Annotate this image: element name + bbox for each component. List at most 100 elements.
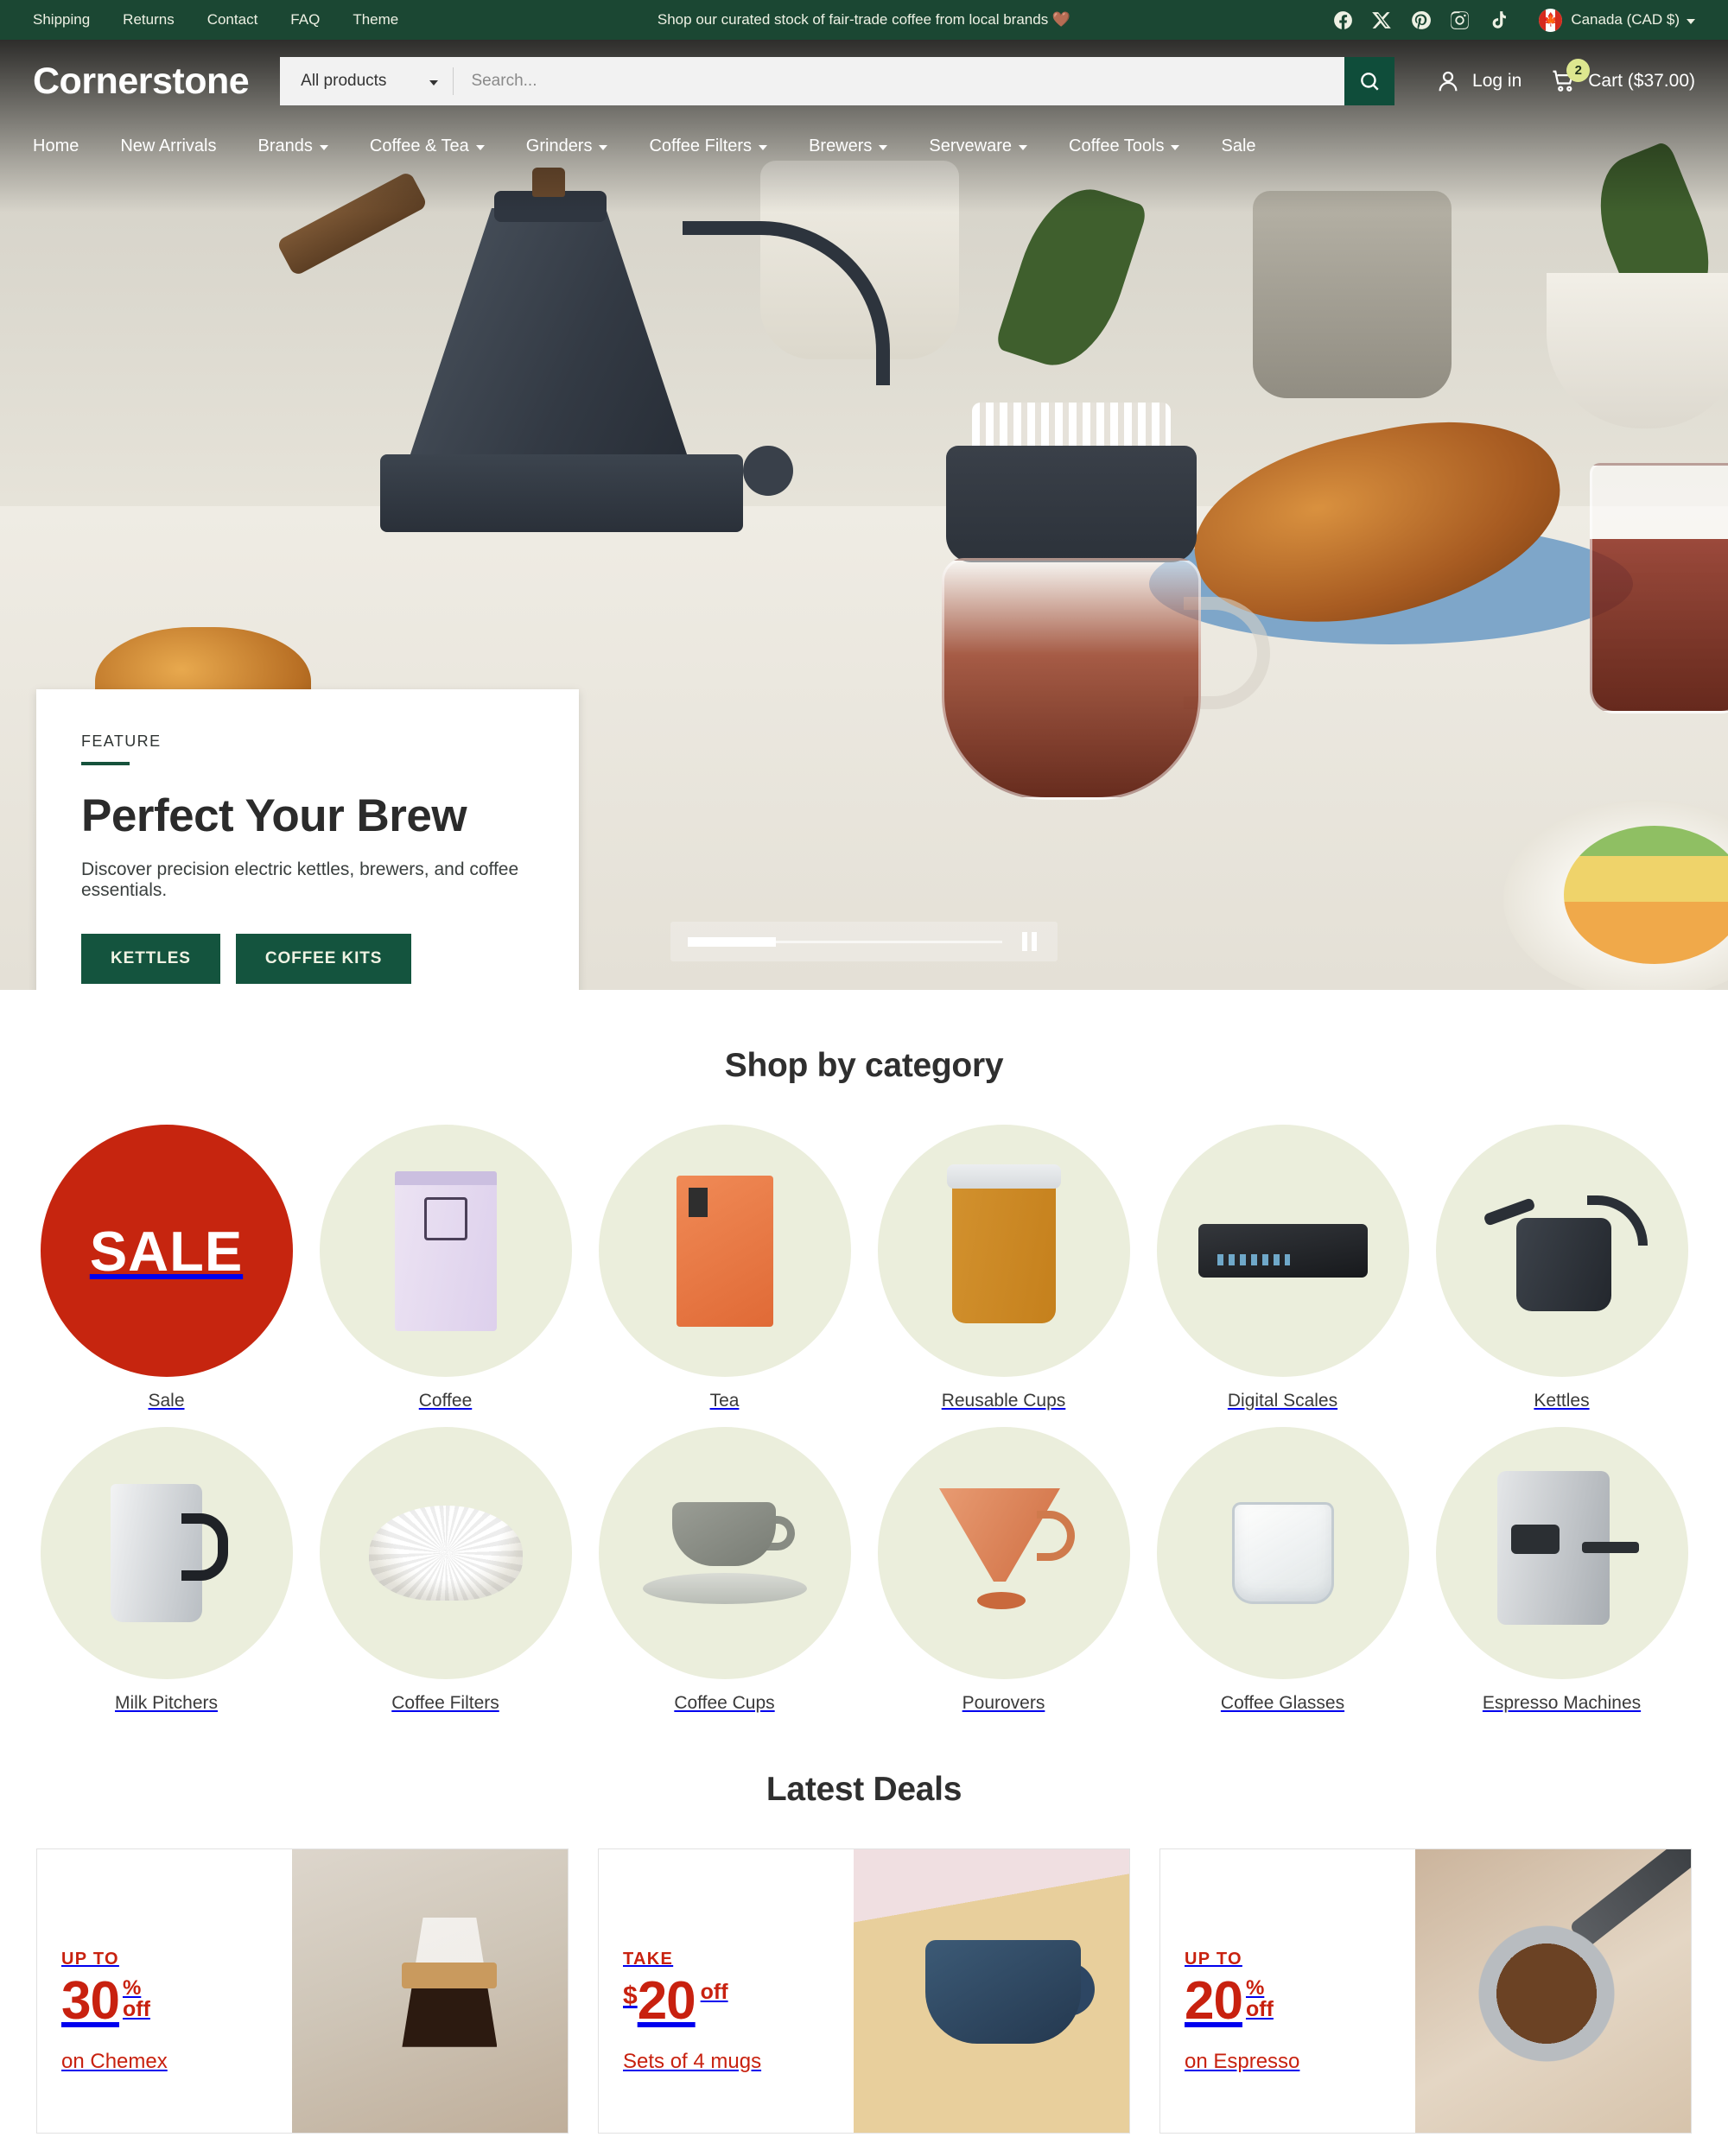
nav-label: Brewers [809,136,873,155]
search-icon [1361,73,1379,91]
cup-and-saucer-icon [598,1427,851,1679]
chemex-photo [291,1849,568,2133]
coffee-bag-icon [319,1125,572,1377]
utility-link-theme[interactable]: Theme [353,11,398,29]
category-item-reusable-cups[interactable]: Reusable Cups [874,1125,1134,1411]
deal-amount: $ 20 off [623,1971,854,2031]
deal-percent: % [1245,1976,1265,2000]
x-icon[interactable] [1371,10,1393,31]
nav-label: New Arrivals [120,136,217,155]
search-submit-button[interactable] [1344,57,1395,105]
category-item-tea[interactable]: Tea [594,1125,854,1411]
sale-badge-text: SALE [89,1219,244,1283]
deal-card-espresso[interactable]: UP TO 20 % off on Espresso [1159,1848,1692,2134]
login-link[interactable]: Log in [1435,68,1522,94]
nav-item-grinders[interactable]: Grinders [505,136,629,156]
category-item-milk-pitchers[interactable]: Milk Pitchers [36,1427,296,1714]
category-item-pourovers[interactable]: Pourovers [874,1427,1134,1714]
nav-item-brewers[interactable]: Brewers [788,136,908,156]
search-category-select[interactable]: All products [280,57,454,105]
latest-deals-section: Latest Deals UP TO 30 % off on Chemex TA… [0,1771,1728,2134]
nav-label: Home [33,136,79,155]
category-item-coffee-cups[interactable]: Coffee Cups [594,1427,854,1714]
main-nav: Home New Arrivals Brands Coffee & Tea Gr… [0,123,1728,169]
nav-item-home[interactable]: Home [33,136,99,156]
deal-off: off [1245,1997,1274,2021]
nav-item-coffee-tools[interactable]: Coffee Tools [1048,136,1200,156]
category-item-coffee-filters[interactable]: Coffee Filters [315,1427,575,1714]
utility-links: Shipping Returns Contact FAQ Theme [33,11,398,29]
chevron-down-icon [879,144,888,150]
utility-link-faq[interactable]: FAQ [290,11,320,29]
latest-deals-title: Latest Deals [766,1771,962,1808]
cart-link[interactable]: 2 Cart ($37.00) [1551,59,1695,94]
carousel-progress-fill [688,936,776,947]
nav-label: Brands [257,136,313,155]
category-label: Espresso Machines [1482,1693,1642,1713]
utility-link-contact[interactable]: Contact [207,11,258,29]
digital-scale-icon [1156,1125,1409,1377]
nav-label: Coffee Tools [1069,136,1165,155]
carousel-pause-button[interactable] [1018,930,1040,953]
canada-flag-icon: 🍁 [1539,8,1563,32]
deal-card-chemex[interactable]: UP TO 30 % off on Chemex [36,1848,569,2134]
deal-description: on Espresso [1185,2049,1300,2073]
category-label: Sale [148,1391,185,1411]
category-item-coffee[interactable]: Coffee [315,1125,575,1411]
category-item-digital-scales[interactable]: Digital Scales [1153,1125,1413,1411]
shop-by-category-title: Shop by category [724,1047,1004,1084]
hero-cta-group: Kettles Coffee Kits [81,934,534,984]
deal-number: 20 [637,1971,696,2031]
coffee-kits-button[interactable]: Coffee Kits [235,934,412,984]
category-item-kettles[interactable]: Kettles [1432,1125,1692,1411]
deal-off: off [122,1997,150,2021]
facebook-icon[interactable] [1332,10,1354,31]
hero-subtitle: Discover precision electric kettles, bre… [81,859,519,900]
locale-selector[interactable]: 🍁 Canada (CAD $) [1539,8,1695,32]
blue-mug-photo [853,1849,1129,2133]
pause-icon-bar [1021,932,1027,951]
nav-label: Coffee Filters [649,136,753,155]
nav-item-brands[interactable]: Brands [238,136,349,156]
nav-item-coffee-filters[interactable]: Coffee Filters [628,136,788,156]
chevron-down-icon [599,144,608,150]
currency-label: Canada (CAD $) [1571,11,1680,28]
coffee-glass-icon [1156,1427,1409,1679]
category-label: Kettles [1534,1391,1590,1411]
deal-description: on Chemex [61,2049,168,2073]
cart-count-badge: 2 [1566,59,1591,82]
search-input[interactable] [454,57,1345,105]
currency-selector[interactable]: Canada (CAD $) [1571,11,1695,29]
category-label: Reusable Cups [941,1391,1066,1411]
category-item-espresso-machines[interactable]: Espresso Machines [1432,1427,1692,1714]
tiktok-icon[interactable] [1488,10,1509,31]
site-logo[interactable]: Cornerstone [33,60,250,103]
kettles-button[interactable]: Kettles [81,934,220,984]
hero-title: Perfect Your Brew [81,790,467,841]
nav-label: Sale [1221,136,1256,155]
category-label: Coffee [418,1391,473,1411]
search-bar: All products [280,57,1395,105]
deal-currency: $ [623,1982,638,2010]
deal-description: Sets of 4 mugs [623,2049,762,2073]
hero-feature-card: FEATURE Perfect Your Brew Discover preci… [36,689,579,990]
nav-item-new-arrivals[interactable]: New Arrivals [99,136,237,156]
nav-item-serveware[interactable]: Serveware [908,136,1048,156]
deal-amount: 20 % off [1185,1975,1415,2028]
nav-item-coffee-and-tea[interactable]: Coffee & Tea [349,136,505,156]
deal-card-mugs[interactable]: TAKE $ 20 off Sets of 4 mugs [598,1848,1130,2134]
instagram-icon[interactable] [1449,10,1471,31]
utility-link-shipping[interactable]: Shipping [33,11,90,29]
deal-kicker: TAKE [623,1950,674,1969]
deal-copy: UP TO 20 % off on Espresso [1160,1849,1415,2133]
category-item-coffee-glasses[interactable]: Coffee Glasses [1153,1427,1413,1714]
category-item-sale[interactable]: SALE Sale [36,1125,296,1411]
nav-item-sale[interactable]: Sale [1200,136,1276,156]
search-category-value: All products [301,72,387,90]
chevron-down-icon [1687,18,1695,24]
carousel-progress-track[interactable] [688,936,1002,947]
category-label: Milk Pitchers [114,1693,219,1713]
pinterest-icon[interactable] [1410,10,1432,31]
nav-label: Grinders [525,136,593,155]
utility-link-returns[interactable]: Returns [123,11,175,29]
